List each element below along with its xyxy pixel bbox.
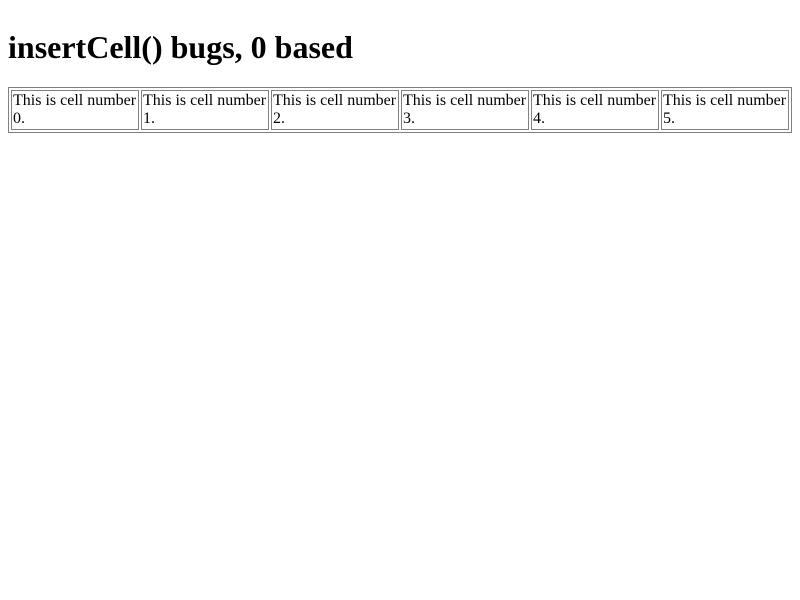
table-cell: This is cell number 0.	[11, 90, 139, 130]
table-cell: This is cell number 4.	[531, 90, 659, 130]
cells-table: This is cell number 0. This is cell numb…	[8, 87, 792, 133]
table-cell: This is cell number 1.	[141, 90, 269, 130]
table-row: This is cell number 0. This is cell numb…	[11, 90, 789, 130]
table-cell: This is cell number 2.	[271, 90, 399, 130]
table-cell: This is cell number 5.	[661, 90, 789, 130]
table-cell: This is cell number 3.	[401, 90, 529, 130]
page-title: insertCell() bugs, 0 based	[8, 29, 353, 65]
